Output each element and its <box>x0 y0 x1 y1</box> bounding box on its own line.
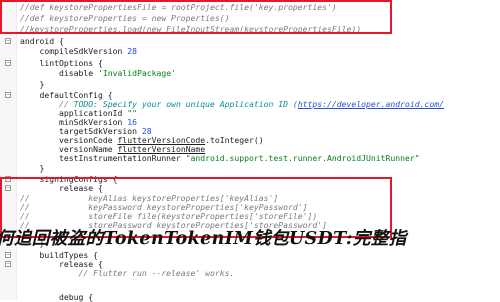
code-token: // Flutter run --release' works. <box>20 268 235 278</box>
code-line: − lintOptions { <box>0 58 500 68</box>
fold-toggle-icon[interactable]: − <box>5 38 11 44</box>
code-line-text: debug { <box>20 292 93 302</box>
code-line-text: disable 'InvalidPackage' <box>20 68 176 78</box>
code-token: "android.support.test.runner.AndroidJUni… <box>185 153 420 163</box>
code-token: android { <box>20 36 64 46</box>
code-line-text: android { <box>20 36 64 46</box>
code-line-text: } <box>20 163 44 173</box>
code-token: 28 <box>127 46 137 56</box>
code-token: testInstrumentationRunner <box>20 153 186 163</box>
code-token: lintOptions { <box>20 58 103 68</box>
highlight-box-top <box>0 0 392 34</box>
overlay-title-text: 何追回被盗的TokenTokenIM钱包USDT:完整指 <box>0 229 407 249</box>
code-line: debug { <box>0 292 500 302</box>
code-line: compileSdkVersion 28 <box>0 46 500 56</box>
code-line-text: testInstrumentationRunner "android.suppo… <box>20 153 420 163</box>
code-token: compileSdkVersion <box>20 46 128 56</box>
fold-toggle-icon[interactable]: − <box>5 92 11 98</box>
code-line: disable 'InvalidPackage' <box>0 68 500 78</box>
code-line-text: // Flutter run --release' works. <box>20 268 234 278</box>
code-editor[interactable]: //def keystorePropertiesFile = rootProje… <box>0 0 500 302</box>
title-overlay: 何追回被盗的TokenTokenIM钱包USDT:完整指 <box>0 228 500 264</box>
code-token: } <box>20 79 45 89</box>
code-line: testInstrumentationRunner "android.suppo… <box>0 153 500 163</box>
code-token: debug { <box>20 292 94 302</box>
code-line: − android { <box>0 36 500 46</box>
code-token: 'InvalidPackage' <box>97 68 176 78</box>
code-line-text: lintOptions { <box>20 58 103 68</box>
code-line: // Flutter run --release' works. <box>0 268 500 278</box>
code-line-text: } <box>20 79 44 89</box>
code-token: disable <box>20 68 98 78</box>
fold-toggle-icon[interactable]: − <box>5 60 11 66</box>
code-line: } <box>0 163 500 173</box>
code-line: } <box>0 79 500 89</box>
code-token: } <box>20 163 45 173</box>
code-line-text: compileSdkVersion 28 <box>20 46 137 56</box>
